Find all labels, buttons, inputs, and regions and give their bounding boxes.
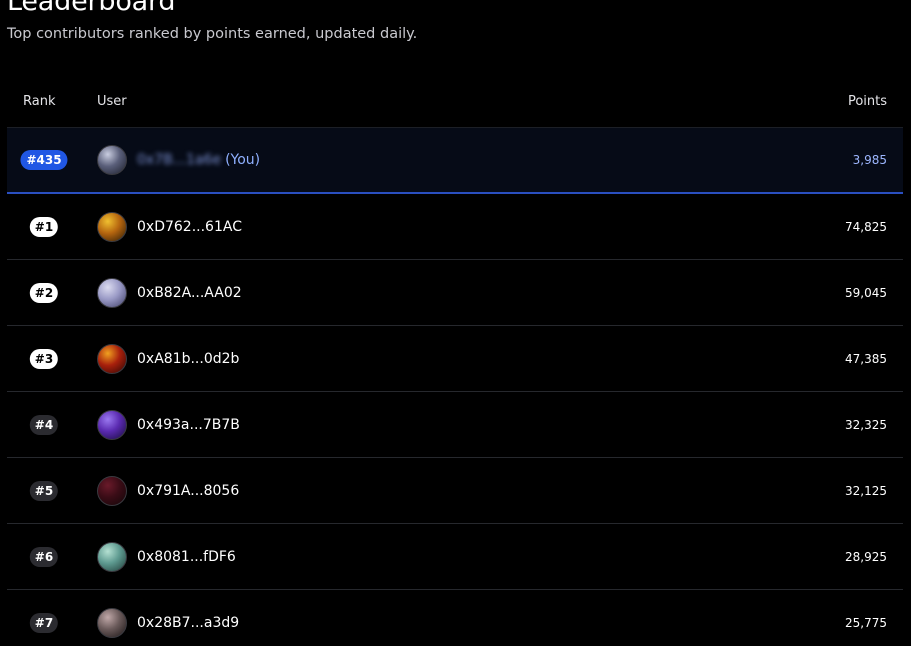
rank-badge: #7 [29, 612, 59, 633]
blurred-user-name: 0x7B...1a6e [137, 152, 222, 168]
user-address[interactable]: 0x493a...7B7B [137, 417, 240, 433]
table-row[interactable]: #5 0x791A...8056 32,125 [7, 458, 903, 524]
table-header: Rank User Points [7, 78, 903, 128]
points-value: 74,825 [845, 219, 887, 234]
avatar[interactable] [97, 541, 127, 572]
page-subtitle: Top contributors ranked by points earned… [7, 26, 418, 42]
user-address[interactable]: 0x791A...8056 [137, 483, 239, 499]
table-row[interactable]: #1 0xD762...61AC 74,825 [7, 194, 903, 260]
points-value: 3,985 [852, 153, 887, 167]
leaderboard-table: Rank User Points #435 0x7B...1a6e (You) 3… [7, 78, 903, 646]
leaderboard-page: Leaderboard Top contributors ranked by p… [0, 0, 911, 646]
avatar[interactable] [97, 277, 127, 308]
avatar[interactable] [97, 475, 127, 506]
column-header-user: User [97, 94, 127, 109]
table-row[interactable]: #7 0x28B7...a3d9 25,775 [7, 590, 903, 646]
points-value: 32,125 [845, 483, 887, 498]
avatar[interactable] [97, 343, 127, 374]
points-value: 59,045 [845, 285, 887, 300]
user-address[interactable]: 0x28B7...a3d9 [137, 615, 239, 631]
column-header-rank: Rank [23, 94, 56, 109]
user-address[interactable]: 0xA81b...0d2b [137, 351, 239, 367]
avatar[interactable] [97, 607, 127, 638]
rank-badge: #5 [29, 480, 59, 501]
user-address[interactable]: 0xB82A...AA02 [137, 285, 242, 301]
table-row[interactable]: #3 0xA81b...0d2b 47,385 [7, 326, 903, 392]
table-row[interactable]: #2 0xB82A...AA02 59,045 [7, 260, 903, 326]
table-row[interactable]: #6 0x8081...fDF6 28,925 [7, 524, 903, 590]
column-header-points: Points [847, 94, 887, 109]
user-address[interactable]: 0x8081...fDF6 [137, 549, 236, 565]
user-address[interactable]: 0xD762...61AC [137, 219, 242, 235]
rank-badge: #6 [29, 546, 59, 567]
rank-badge: #4 [29, 414, 59, 435]
avatar[interactable] [97, 145, 127, 175]
user-name[interactable]: 0x7B...1a6e (You) [137, 152, 260, 168]
rank-badge: #2 [29, 282, 59, 303]
points-value: 32,325 [845, 417, 887, 432]
rank-badge: #3 [29, 348, 59, 369]
rank-badge: #435 [20, 150, 68, 170]
page-title: Leaderboard [7, 0, 176, 17]
points-value: 47,385 [845, 351, 887, 366]
points-value: 25,775 [845, 615, 887, 630]
points-value: 28,925 [845, 549, 887, 564]
table-body: #1 0xD762...61AC 74,825 #2 0xB82A...AA02 59,0… [7, 194, 903, 646]
table-row[interactable]: #4 0x493a...7B7B 32,325 [7, 392, 903, 458]
rank-badge: #1 [29, 216, 59, 237]
avatar[interactable] [97, 409, 127, 440]
you-label: (You) [225, 152, 261, 168]
current-user-row[interactable]: #435 0x7B...1a6e (You) 3,985 [7, 128, 903, 194]
avatar[interactable] [97, 211, 127, 242]
